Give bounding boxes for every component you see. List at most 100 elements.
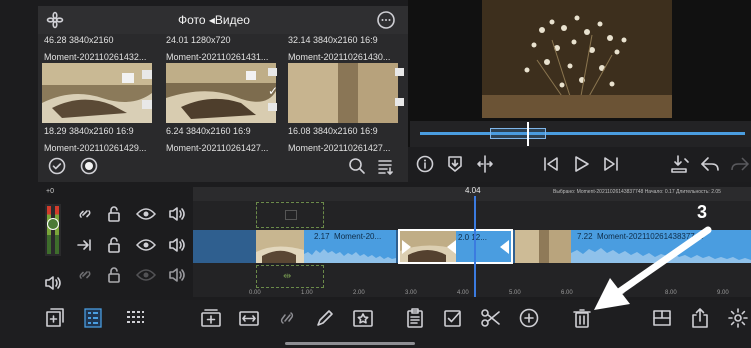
list-view-icon[interactable] — [82, 307, 104, 329]
home-indicator — [285, 342, 415, 345]
browser-header: Фото ◂Видео — [38, 6, 408, 34]
thumb-meta: 46.28 3840x2160 — [44, 35, 114, 45]
empty-audio-slot[interactable]: ⇹ — [256, 265, 324, 288]
selected-timeline-clip[interactable]: 2.0 12... — [398, 229, 513, 264]
unlock-icon[interactable] — [106, 266, 122, 284]
link-icon[interactable] — [76, 267, 94, 283]
add-clip-icon[interactable] — [200, 307, 222, 329]
skip-forward-icon[interactable] — [602, 155, 620, 173]
thumb-name: Moment-202110261431... — [166, 52, 269, 62]
audio-icon[interactable] — [44, 275, 62, 291]
plus-circle-icon[interactable] — [518, 307, 540, 329]
thumb-name: Moment-202110261430... — [288, 52, 391, 62]
ruler-tick: 6.00 — [561, 290, 573, 296]
flower-settings-icon[interactable] — [46, 11, 64, 29]
volume-icon[interactable] — [168, 237, 186, 253]
video-thumbnail[interactable] — [166, 63, 276, 123]
timeline-clip[interactable]: 2.17 Moment-20... — [256, 230, 396, 263]
step-number: 3 — [697, 202, 708, 222]
video-thumbnail[interactable] — [288, 63, 398, 123]
star-frame-icon[interactable] — [352, 307, 374, 329]
timeline-playhead[interactable] — [474, 196, 476, 297]
settings-icon[interactable] — [727, 307, 749, 329]
sort-list-icon[interactable] — [376, 157, 394, 175]
audio-level-meter — [45, 204, 61, 256]
ruler-tick: 9.00 — [717, 290, 729, 296]
ruler-tick: 2.00 — [353, 290, 365, 296]
media-type-icon — [268, 103, 277, 111]
scrubber-window[interactable] — [490, 128, 546, 139]
grid-view-icon[interactable] — [124, 307, 146, 329]
ruler-tick: 4.00 — [457, 290, 469, 296]
annotation-arrow — [588, 222, 718, 322]
redo-icon[interactable] — [730, 155, 750, 173]
empty-slot[interactable] — [256, 202, 324, 228]
scrubber-track — [420, 132, 745, 135]
select-check-icon[interactable] — [48, 157, 66, 175]
media-type-icon — [268, 68, 277, 76]
checkbox-icon[interactable] — [442, 307, 464, 329]
thumb-meta: 18.29 3840x2160 16:9 — [44, 126, 134, 136]
thumb-name: Moment-202110261432... — [44, 52, 147, 62]
trim-handle-left[interactable] — [402, 240, 411, 254]
gain-label: +0 — [46, 188, 54, 195]
shield-down-icon[interactable] — [446, 155, 464, 173]
add-media-icon[interactable] — [44, 307, 66, 329]
playhead-time: 4.04 — [465, 186, 481, 195]
media-browser: Фото ◂Видео 46.28 3840x2160 24.01 1280x7… — [38, 6, 408, 182]
playback-controls — [408, 147, 751, 182]
undo-icon[interactable] — [700, 155, 720, 173]
overlay-placeholder-icon — [285, 210, 297, 220]
collapse-track-icon[interactable] — [76, 237, 94, 253]
volume-icon[interactable] — [168, 267, 186, 283]
volume-icon[interactable] — [168, 206, 186, 222]
pencil-icon[interactable] — [314, 307, 336, 329]
ruler-tick: 0.00 — [249, 290, 261, 296]
eye-icon[interactable] — [136, 238, 156, 252]
preview-scrubber[interactable] — [410, 121, 751, 147]
thumb-name: Moment-202110261427... — [166, 143, 269, 153]
selection-info: Выбрано: Moment-20211026143837748 Начало… — [553, 189, 721, 195]
media-type-icon — [395, 68, 404, 76]
browser-title[interactable]: Фото ◂Видео — [178, 13, 250, 27]
split-audio-icon: ⇹ — [283, 271, 292, 282]
split-marker-icon[interactable] — [476, 155, 494, 173]
volume-knob[interactable] — [47, 218, 59, 230]
split-view-icon[interactable] — [238, 307, 260, 329]
search-icon[interactable] — [348, 157, 366, 175]
thumb-name: Moment-202110261427... — [288, 143, 391, 153]
clip-label: 2.0 12... — [458, 233, 487, 242]
export-frame-icon[interactable] — [670, 154, 690, 174]
video-thumbnail[interactable] — [42, 63, 152, 123]
trim-handle-right[interactable] — [500, 240, 509, 254]
media-type-icon — [395, 98, 404, 106]
thumb-meta: 24.01 1280x720 — [166, 35, 231, 45]
unlock-icon[interactable] — [106, 236, 122, 254]
info-icon[interactable] — [416, 155, 434, 173]
track-headers: +0 — [0, 182, 193, 300]
skip-back-icon[interactable] — [542, 155, 560, 173]
play-icon[interactable] — [572, 155, 590, 173]
thumb-meta: 16.08 3840x2160 16:9 — [288, 126, 378, 136]
clipboard-icon[interactable] — [404, 307, 426, 329]
ruler-tick: 5.00 — [509, 290, 521, 296]
trim-handle-mid[interactable] — [447, 240, 456, 254]
media-type-icon — [142, 70, 152, 79]
thumb-meta: 32.14 3840x2160 16:9 — [288, 35, 378, 45]
ruler-tick: 1.00 — [301, 290, 313, 296]
link-icon[interactable] — [276, 307, 298, 329]
media-type-icon — [142, 100, 152, 109]
eye-icon[interactable] — [136, 207, 156, 221]
more-options-icon[interactable] — [377, 11, 395, 29]
editor-window: Фото ◂Видео 46.28 3840x2160 24.01 1280x7… — [0, 0, 751, 348]
link-icon[interactable] — [76, 206, 94, 222]
unlock-icon[interactable] — [106, 205, 122, 223]
clip-label: 2.17 Moment-20... — [314, 232, 382, 241]
ruler-tick: 3.00 — [405, 290, 417, 296]
eye-icon[interactable] — [136, 268, 156, 282]
preview-playhead[interactable] — [527, 122, 529, 146]
record-icon[interactable] — [80, 157, 98, 175]
scissors-icon[interactable] — [480, 307, 502, 329]
preview-frame[interactable] — [482, 0, 672, 118]
thumb-meta: 6.24 3840x2160 16:9 — [166, 126, 251, 136]
